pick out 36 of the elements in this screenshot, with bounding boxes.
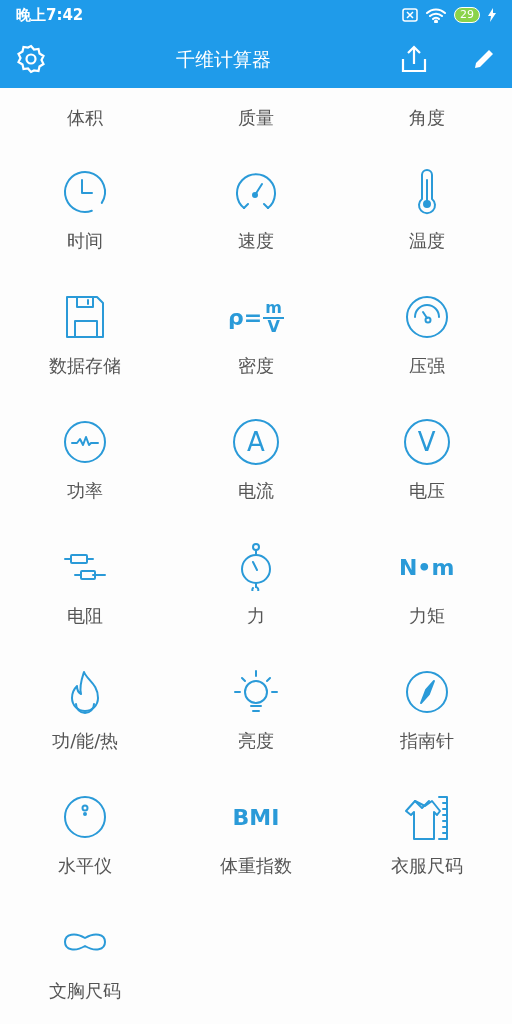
tool-label[interactable]: 亮度 <box>238 727 274 754</box>
charging-icon <box>488 8 496 22</box>
tool-label[interactable]: 电流 <box>238 477 274 504</box>
sim-icon <box>402 8 418 22</box>
tool-label[interactable]: 质量 <box>238 104 274 131</box>
tool-label[interactable]: 电压 <box>408 477 445 504</box>
tool-label[interactable]: 水平仪 <box>58 852 113 879</box>
tool-label[interactable]: 电阻 <box>67 602 104 629</box>
tool-label[interactable]: 力矩 <box>408 602 445 629</box>
tool-label[interactable]: 文胸尺码 <box>49 977 122 1004</box>
settings-icon[interactable] <box>16 44 46 74</box>
tool-label[interactable]: 速度 <box>238 227 274 254</box>
tool-label[interactable]: 功率 <box>67 477 104 504</box>
tool-label[interactable]: 体重指数 <box>220 852 292 879</box>
tool-label[interactable]: 功/能/热 <box>52 727 119 754</box>
battery-icon: 29 <box>454 7 480 23</box>
wifi-icon <box>426 7 446 23</box>
tool-label[interactable]: 数据存储 <box>49 352 122 379</box>
tool-label[interactable]: 时间 <box>67 227 104 254</box>
tool-label[interactable]: 角度 <box>408 104 445 131</box>
tool-label[interactable]: 指南针 <box>399 727 454 754</box>
shirt-icon <box>402 793 451 841</box>
tool-label[interactable]: 密度 <box>238 352 274 379</box>
tool-label[interactable]: 衣服尺码 <box>390 852 463 879</box>
unit-text-icon: BMI <box>232 800 280 834</box>
letter-circle-icon: A <box>233 419 279 465</box>
letter-circle-icon: V <box>403 419 450 465</box>
tool-label[interactable]: 压强 <box>408 352 445 379</box>
share-icon[interactable] <box>400 44 428 74</box>
app-title: 千维计算器 <box>175 46 271 72</box>
tool-label[interactable]: 体积 <box>67 104 104 131</box>
status-time: 晚上7:42 <box>16 4 84 26</box>
tool-label[interactable]: 温度 <box>408 227 445 254</box>
edit-icon[interactable] <box>472 47 496 71</box>
tool-label[interactable]: 力 <box>247 602 265 629</box>
unit-text-icon: N•m <box>398 550 455 584</box>
